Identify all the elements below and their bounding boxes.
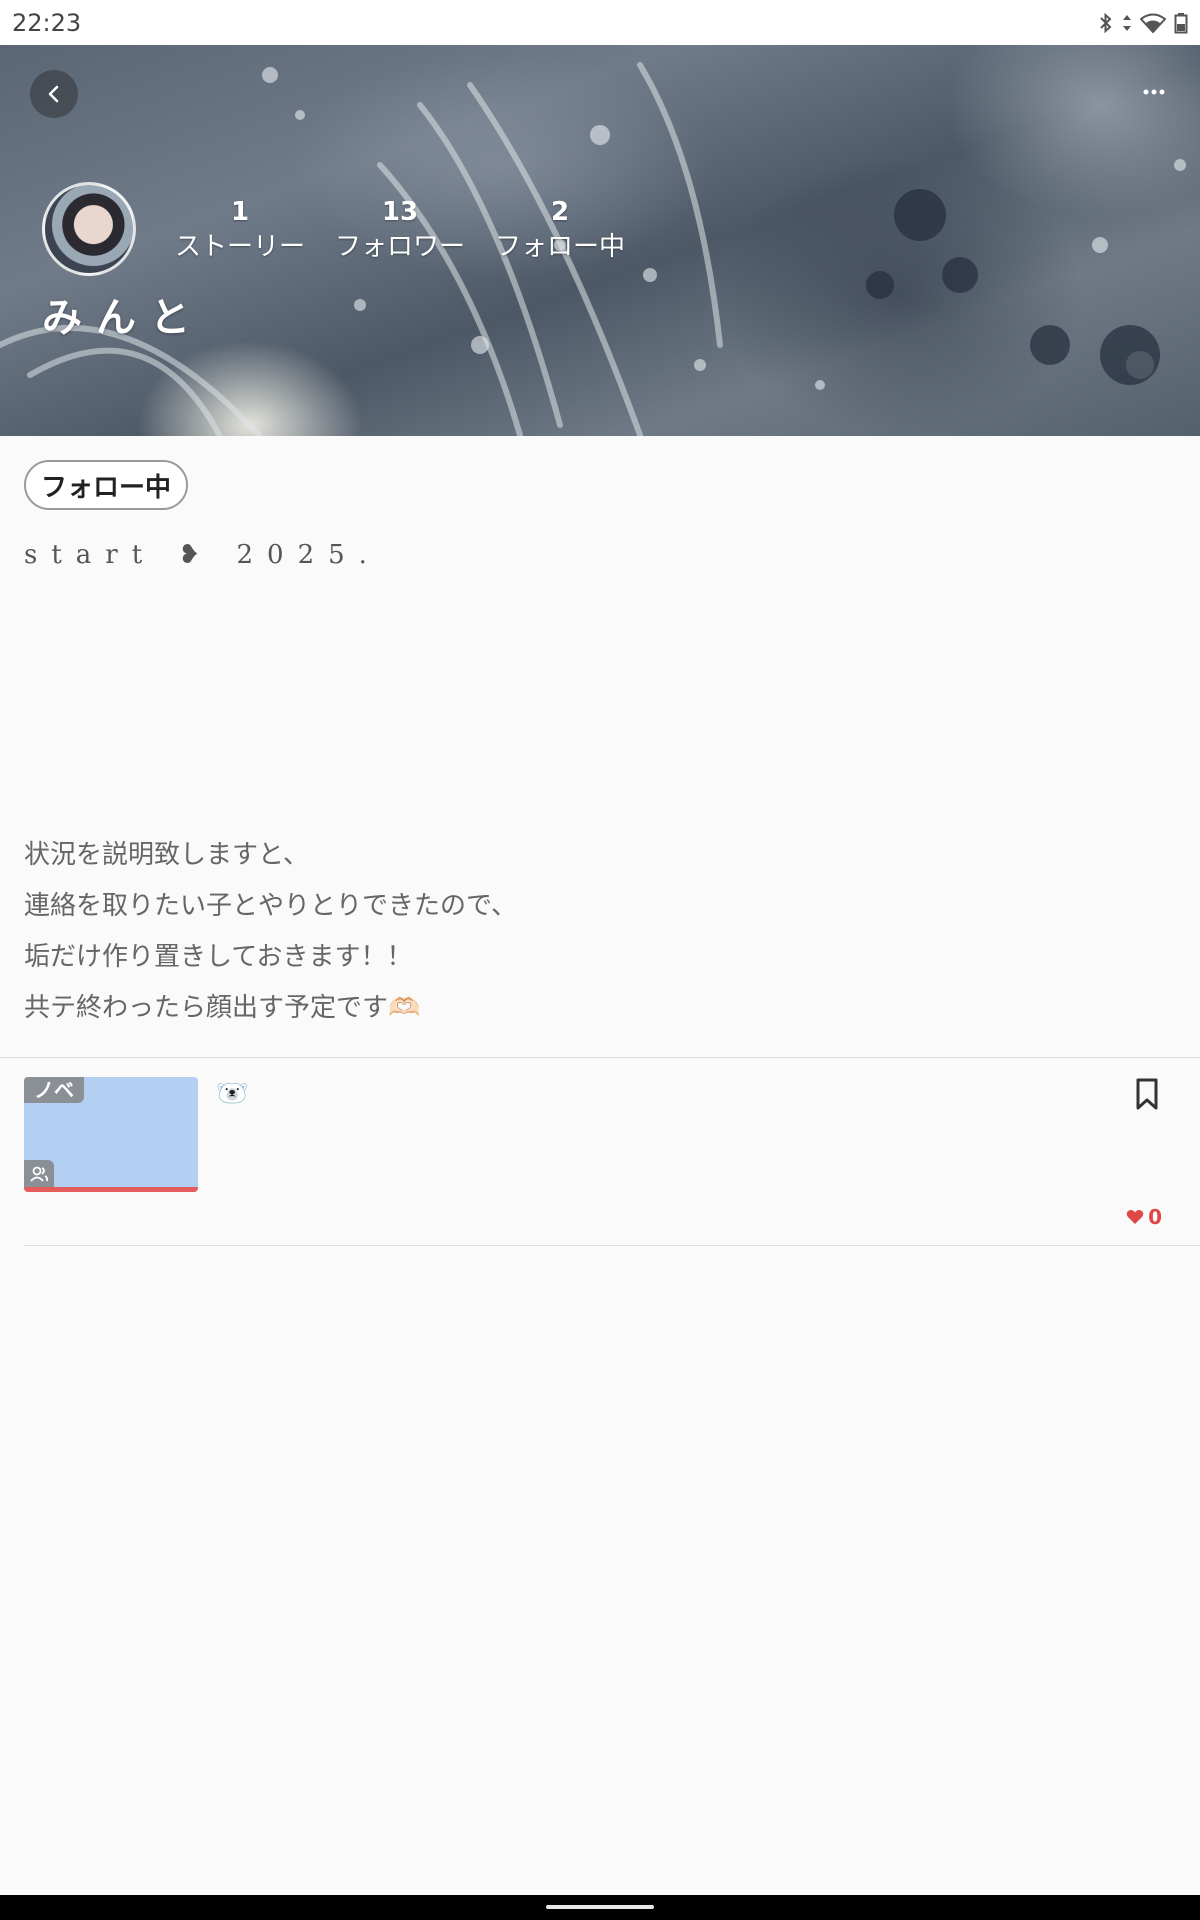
bio-line: 状況を説明致しますと、 [24, 840, 309, 870]
profile-page: 22:23 1 ストーリー 13 フォロワー 2 フォロー中 みんと フォロー中… [0, 0, 1200, 1920]
group-icon [24, 1160, 54, 1188]
stat-stories-count: 1 [230, 197, 250, 227]
profile-header: 1 ストーリー 13 フォロワー 2 フォロー中 みんと [0, 45, 1200, 436]
bio-line: 連絡を取りたい子とやりとりできたので、 [24, 891, 517, 921]
stat-following-count: 2 [550, 197, 570, 227]
home-gesture-handle[interactable] [546, 1905, 654, 1909]
chevron-left-icon [48, 85, 59, 103]
heart-icon [1126, 1210, 1144, 1224]
status-bar: 22:23 [0, 0, 1200, 45]
system-nav-bar [0, 1895, 1200, 1920]
story-title: 🐻‍❄️ [216, 1079, 249, 1109]
story-list-item[interactable]: ノベ 🐻‍❄️ 0 [24, 1077, 1176, 1245]
like-count[interactable]: 0 [1126, 1205, 1162, 1229]
profile-stats: 1 ストーリー 13 フォロワー 2 フォロー中 [160, 195, 640, 265]
more-options-button[interactable] [1134, 77, 1174, 107]
story-thumbnail[interactable]: ノベ [24, 1077, 198, 1192]
data-arrows-icon [1123, 14, 1131, 31]
status-time: 22:23 [12, 8, 82, 37]
more-horizontal-icon [1143, 89, 1165, 95]
stat-followers-label: フォロワー [334, 232, 465, 262]
username: みんと [42, 295, 204, 341]
story-progress-bar [24, 1187, 198, 1192]
stat-stories[interactable]: 1 ストーリー [160, 195, 320, 265]
back-button[interactable] [30, 70, 78, 118]
like-count-value: 0 [1148, 1205, 1162, 1229]
stat-following-label: フォロー中 [494, 232, 625, 262]
stat-followers-count: 13 [381, 197, 419, 227]
bio-line: 共テ終わったら顔出す予定です🫶🏻 [24, 993, 421, 1023]
bio-text: 状況を説明致しますと、 連絡を取りたい子とやりとりできたので、 垢だけ作り置きし… [24, 830, 1174, 1034]
profile-bio: start ❥ 2025. 状況を説明致しますと、 連絡を取りたい子とやりとりで… [24, 530, 1174, 1034]
bio-start-line: start ❥ 2025. [24, 540, 381, 570]
following-button[interactable]: フォロー中 [24, 460, 188, 510]
divider [0, 1057, 1200, 1058]
stat-followers[interactable]: 13 フォロワー [320, 195, 480, 265]
story-type-tag: ノベ [24, 1077, 84, 1103]
bio-line: 垢だけ作り置きしておきます！！ [24, 942, 413, 972]
divider [24, 1245, 1200, 1246]
battery-icon [1174, 12, 1188, 33]
bluetooth-icon [1100, 12, 1112, 33]
stat-stories-label: ストーリー [174, 232, 305, 262]
status-icons [1098, 12, 1188, 34]
stat-following[interactable]: 2 フォロー中 [480, 195, 640, 265]
wifi-icon [1140, 13, 1166, 33]
avatar[interactable] [42, 182, 136, 276]
bookmark-icon[interactable] [1132, 1077, 1162, 1111]
